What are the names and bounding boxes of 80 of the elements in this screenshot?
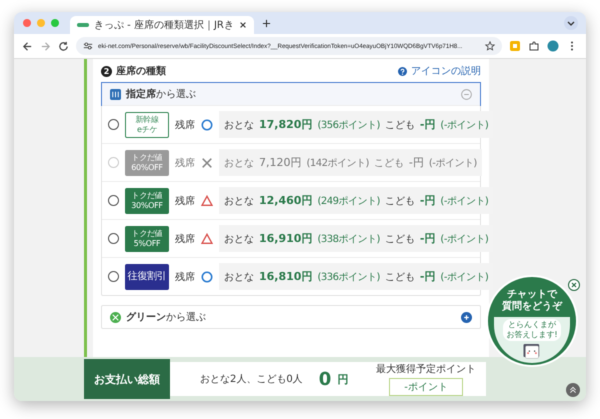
adult-label: おとな	[224, 270, 254, 284]
tab-title: きっぷ - 座席の種類選択｜JRき	[94, 18, 234, 32]
icon-guide-link[interactable]: アイコンの説明	[411, 64, 481, 78]
adult-points: (356ポイント)	[317, 118, 380, 132]
child-price: -円	[420, 193, 436, 208]
radio-button[interactable]	[108, 271, 119, 282]
speech-bubble: とらんくまが お答えします!	[503, 319, 561, 341]
chat-title: チャットで 質問をどうぞ	[502, 289, 562, 313]
profile-avatar-icon[interactable]	[547, 40, 559, 52]
adult-price: 7,120円	[259, 155, 302, 170]
adult-price: 12,460円	[259, 193, 312, 208]
bookmark-star-icon[interactable]	[485, 41, 495, 51]
scroll-to-top-icon[interactable]	[566, 383, 580, 397]
back-icon[interactable]	[22, 40, 33, 52]
total-amount: 0	[318, 368, 332, 390]
adult-points: (336ポイント)	[317, 270, 380, 284]
triangle-icon	[201, 194, 213, 206]
section-title: 座席の種類	[116, 64, 166, 78]
adult-label: おとな	[224, 232, 254, 246]
group-label: グリーンから選ぶ	[126, 311, 206, 324]
circle-icon	[201, 270, 213, 282]
adult-points: (338ポイント)	[317, 232, 380, 246]
fare-badge: トクだ値 5%OFF	[125, 226, 169, 252]
child-points: (-ポイント)	[428, 156, 477, 170]
seat-availability-label: 残席	[175, 118, 195, 132]
adult-label: おとな	[224, 194, 254, 208]
help-icon	[398, 66, 407, 76]
reserved-seat-header[interactable]: 指定席から選ぶ	[101, 82, 481, 106]
child-price: -円	[420, 269, 436, 284]
radio-button[interactable]	[108, 195, 119, 206]
child-price: -円	[420, 117, 436, 132]
child-price: -円	[408, 155, 424, 170]
adult-price: 17,820円	[259, 117, 312, 132]
circle-icon	[201, 118, 213, 130]
points-value: -ポイント	[389, 378, 463, 396]
seat-class-group-card[interactable]: グリーンから選ぶ	[101, 305, 481, 329]
child-label: こども	[374, 156, 404, 170]
child-price: -円	[420, 231, 436, 246]
seat-chart-icon	[110, 88, 121, 100]
passenger-count: おとな2人、こども0人	[200, 373, 303, 386]
cross-icon	[201, 156, 213, 168]
adult-points: (142ポイント)	[306, 156, 369, 170]
currency-label: 円	[337, 372, 348, 386]
triangle-icon	[201, 232, 213, 244]
new-tab-icon[interactable]	[262, 18, 271, 28]
step-number: 2	[101, 66, 112, 76]
payment-total-label: お支払い総額	[84, 359, 170, 399]
points-label: 最大獲得予定ポイント	[376, 362, 476, 376]
close-icon[interactable]	[568, 279, 580, 291]
radio-button[interactable]	[108, 119, 119, 130]
child-points: (-ポイント)	[440, 232, 488, 246]
seat-availability-label: 残席	[175, 156, 195, 170]
site-logo-icon	[77, 22, 89, 28]
fare-badge: トクだ値 30%OFF	[125, 188, 169, 214]
adult-label: おとな	[224, 118, 254, 132]
site-settings-icon[interactable]	[83, 41, 93, 51]
radio-button[interactable]	[108, 233, 119, 244]
adult-price: 16,910円	[259, 231, 312, 246]
child-label: こども	[384, 232, 415, 246]
fare-badge: 新幹線 eチケ	[125, 112, 169, 138]
browser-tab[interactable]: きっぷ - 座席の種類選択｜JRき	[70, 16, 254, 34]
expand-icon[interactable]	[461, 312, 472, 322]
seat-availability-label: 残席	[175, 270, 195, 284]
close-icon[interactable]	[238, 21, 247, 29]
child-label: こども	[384, 270, 415, 284]
seat-availability-label: 残席	[175, 194, 195, 208]
fare-badge: 往復割引	[125, 264, 169, 290]
adult-price: 16,810円	[259, 269, 312, 284]
child-label: こども	[384, 194, 415, 208]
adult-points: (249ポイント)	[317, 194, 380, 208]
child-label: こども	[384, 118, 415, 132]
child-points: (-ポイント)	[440, 118, 488, 132]
tab-list-icon[interactable]	[564, 16, 578, 30]
reload-icon[interactable]	[58, 40, 69, 52]
group-label: 指定席から選ぶ	[126, 87, 196, 101]
child-points: (-ポイント)	[440, 194, 488, 208]
seat-availability-label: 残席	[175, 232, 195, 246]
child-points: (-ポイント)	[440, 270, 488, 284]
fare-badge: トクだ値 60%OFF	[125, 150, 169, 176]
adult-label: おとな	[224, 156, 254, 170]
